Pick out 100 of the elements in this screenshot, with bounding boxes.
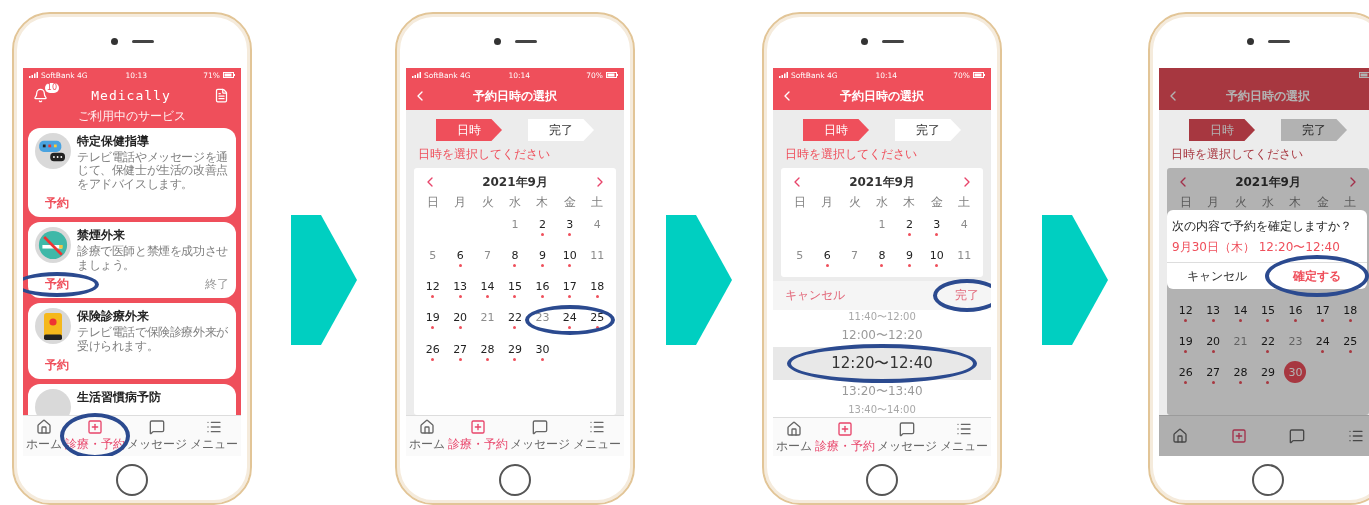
calendar-day[interactable]: 24 [556, 305, 584, 335]
home-button[interactable] [499, 463, 531, 496]
reserve-link[interactable]: 予約 [45, 276, 69, 294]
notification-badge: 10 [44, 82, 59, 93]
reserve-link[interactable]: 予約 [45, 357, 69, 375]
message-icon [532, 419, 549, 435]
calendar-day[interactable]: 18 [583, 274, 611, 303]
calendar-day[interactable]: 17 [1309, 298, 1337, 327]
tab[interactable]: ホーム [26, 416, 62, 456]
calendar-day[interactable]: 26 [419, 337, 447, 366]
calendar-day[interactable]: 29 [1254, 360, 1282, 389]
calendar-day[interactable]: 28 [1226, 360, 1255, 389]
calendar-day[interactable]: 25 [1336, 329, 1364, 358]
tab[interactable]: メニュー [189, 416, 238, 456]
tab[interactable]: メニュー [572, 416, 621, 456]
calendar-day[interactable]: 13 [446, 274, 474, 303]
calendar-day[interactable]: 13 [1199, 298, 1227, 327]
calendar-day[interactable]: 28 [473, 337, 502, 366]
tab[interactable]: メッセージ [510, 416, 571, 456]
step-indicator: 完了 [528, 119, 594, 141]
calendar-day[interactable]: 6 [446, 243, 474, 272]
weekday-label: 日 [425, 194, 440, 210]
weekday-label: 水 [875, 194, 889, 210]
cancel-button[interactable]: キャンセル [1187, 263, 1247, 289]
screen-title: 予約日時の選択 [472, 87, 558, 105]
calendar-day[interactable]: 20 [1199, 329, 1227, 358]
dialog-message: 次の内容で予約を確定しますか？ [1171, 218, 1353, 235]
calendar-day[interactable]: 15 [501, 274, 529, 303]
section-label: ご利用中のサービス [77, 108, 187, 125]
service-description: テレビ電話で保険診療外来が受けられます。 [77, 326, 229, 354]
calendar-day[interactable]: 9 [895, 243, 924, 272]
battery-icon [1359, 72, 1369, 78]
calendar-day[interactable]: 9 [528, 243, 557, 272]
tab[interactable]: メニュー [939, 418, 988, 456]
calendar-day[interactable]: 6 [813, 243, 841, 272]
speech-bubbles-illustration [35, 133, 71, 169]
calendar-day[interactable]: 19 [419, 305, 447, 335]
service-title: 生活習慣病予防 [77, 389, 161, 407]
calendar-day[interactable]: 3 [923, 212, 951, 241]
calendar-day[interactable]: 14 [1226, 298, 1255, 327]
step-indicator: 日時 [803, 119, 869, 141]
confirm-button[interactable]: 確定する [1293, 263, 1341, 289]
calendar-day[interactable]: 8 [501, 243, 529, 272]
home-button[interactable] [1252, 463, 1284, 496]
calendar-day[interactable]: 18 [1336, 298, 1364, 327]
message-icon [149, 419, 166, 435]
plus-square-icon [469, 419, 486, 435]
step-indicator: 完了 [1281, 119, 1347, 141]
calendar-day[interactable]: 22 [501, 305, 529, 335]
calendar-day[interactable]: 27 [1199, 360, 1227, 389]
home-button[interactable] [116, 463, 148, 496]
calendar-day[interactable]: 12 [419, 274, 447, 303]
bell-icon[interactable] [33, 87, 48, 103]
tab[interactable]: 診療・予約 [447, 416, 508, 456]
calendar-day[interactable]: 27 [446, 337, 474, 366]
step-indicator: 完了 [895, 119, 961, 141]
time-option[interactable]: 12:20〜12:40 [831, 354, 933, 373]
weekday-label: 月 [1206, 194, 1221, 210]
calendar-day[interactable]: 25 [583, 305, 611, 335]
weekday-label: 木 [902, 194, 917, 210]
speaker-slot [131, 39, 154, 43]
calendar-day[interactable]: 26 [1172, 360, 1200, 389]
calendar-day[interactable]: 30 [528, 337, 557, 366]
calendar-day[interactable]: 2 [895, 212, 924, 241]
calendar-day[interactable]: 2 [528, 212, 557, 241]
calendar-day[interactable]: 17 [556, 274, 584, 303]
step-indicator: 日時 [1189, 119, 1255, 141]
document-icon[interactable] [214, 87, 229, 103]
plus-square-icon [836, 421, 853, 437]
weekday-label: 土 [590, 194, 605, 210]
calendar-day[interactable]: 3 [556, 212, 584, 241]
calendar-day[interactable]: 12 [1172, 298, 1200, 327]
calendar-day[interactable]: 15 [1254, 298, 1282, 327]
home-button[interactable] [866, 463, 898, 496]
battery-icon [606, 72, 618, 78]
calendar-day[interactable]: 14 [473, 274, 502, 303]
tab[interactable]: メッセージ [127, 416, 188, 456]
service-description: テレビ電話やメッセージを通じて、保健士が生活の改善点をアドバイスします。 [77, 151, 229, 192]
tab[interactable]: 診療・予約 [814, 418, 875, 456]
calendar-day[interactable]: 20 [446, 305, 474, 335]
calendar-day[interactable]: 10 [923, 243, 951, 272]
reserve-link[interactable]: 予約 [45, 195, 69, 213]
calendar-day[interactable]: 16 [1281, 298, 1310, 327]
tab[interactable]: メッセージ [877, 418, 938, 456]
tab[interactable]: ホーム [776, 418, 812, 456]
calendar-day[interactable]: 8 [868, 243, 896, 272]
weekday-label: 金 [1315, 194, 1330, 210]
calendar-day[interactable]: 19 [1172, 329, 1200, 358]
camera-dot [493, 37, 501, 45]
list-icon [205, 419, 222, 435]
calendar-day[interactable]: 10 [556, 243, 584, 272]
weekday-label: 木 [535, 194, 550, 210]
calendar-day[interactable]: 22 [1254, 329, 1282, 358]
service-title: 特定保健指導 [77, 133, 150, 150]
home-icon [1172, 428, 1188, 444]
weekday-label: 日 [1178, 194, 1193, 210]
calendar-day[interactable]: 16 [528, 274, 557, 303]
tab[interactable]: ホーム [409, 416, 445, 456]
calendar-day[interactable]: 24 [1309, 329, 1337, 358]
calendar-day[interactable]: 29 [501, 337, 529, 366]
